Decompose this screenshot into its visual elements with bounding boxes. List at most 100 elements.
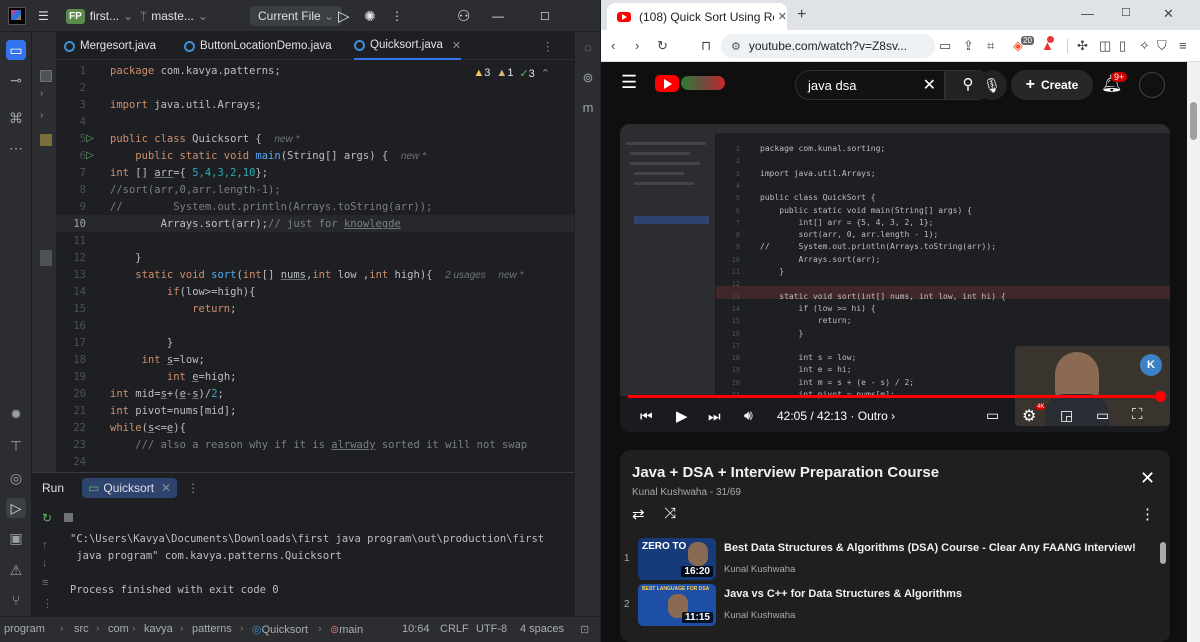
voice-search-icon[interactable]: 🎙︎: [977, 70, 1007, 100]
avatar[interactable]: [1139, 72, 1165, 98]
extensions-icon[interactable]: ✣: [1077, 38, 1088, 54]
breadcrumb-item[interactable]: program: [4, 623, 45, 635]
run-icon[interactable]: ▷: [338, 0, 350, 32]
leo-ai-icon[interactable]: ✧: [1139, 38, 1150, 54]
wallet-icon[interactable]: ▯: [1119, 38, 1126, 54]
debug-tool-icon[interactable]: ✹: [6, 404, 26, 424]
reload-icon[interactable]: ↻: [657, 38, 668, 54]
forward-icon[interactable]: ›: [635, 38, 639, 53]
version-control-icon[interactable]: ⑂: [6, 590, 26, 610]
more-tools-icon[interactable]: ⋯: [6, 138, 26, 158]
shuffle-icon[interactable]: ⤨: [664, 505, 676, 522]
progress-bar[interactable]: [628, 395, 1162, 398]
run-config-selector[interactable]: Current File ⌄: [250, 0, 343, 32]
playlist-item-channel[interactable]: Kunal Kushwaha: [724, 610, 795, 621]
terminal-icon[interactable]: ▣: [6, 528, 26, 548]
playlist-item[interactable]: 2 BEST LANGUAGE FOR DSA 11:15 Java vs C+…: [620, 584, 1170, 632]
miniplayer-icon[interactable]: ◲: [1060, 407, 1073, 424]
browser-tab-youtube[interactable]: (108) Quick Sort Using Recu ✕: [607, 3, 787, 30]
rerun-icon[interactable]: ↻: [42, 511, 52, 525]
lock-icon[interactable]: ⊡: [580, 623, 589, 636]
fullscreen-icon[interactable]: ⛶: [1132, 406, 1143, 423]
more-actions-icon[interactable]: ⋮: [391, 0, 403, 32]
playlist-item-title[interactable]: Java vs C++ for Data Structures & Algori…: [724, 588, 962, 600]
build-icon[interactable]: ⊤: [6, 436, 26, 456]
line-separator[interactable]: CRLF: [440, 623, 469, 635]
stop-icon[interactable]: [64, 513, 73, 522]
playlist-item-channel[interactable]: Kunal Kushwaha: [724, 564, 795, 575]
breadcrumb-item[interactable]: ⊚main: [330, 623, 363, 636]
debug-icon[interactable]: ✺: [364, 0, 376, 32]
back-icon[interactable]: ‹: [611, 38, 615, 53]
playlist-title[interactable]: Java + DSA + Interview Preparation Cours…: [632, 464, 939, 481]
breadcrumb-item[interactable]: ◎Quicksort: [252, 623, 308, 636]
site-info-icon[interactable]: ⚙: [731, 40, 741, 53]
chevron-up-icon[interactable]: ⌃: [541, 67, 550, 80]
url-bar[interactable]: ⚙ youtube.com/watch?v=Z8sv...: [721, 34, 935, 58]
tab-menu-icon[interactable]: ⋮: [542, 32, 554, 60]
indent-setting[interactable]: 4 spaces: [520, 623, 564, 635]
bookmark-icon[interactable]: ⊓: [701, 38, 711, 54]
notifications-icon[interactable]: ◌: [579, 40, 597, 58]
database-icon[interactable]: m: [579, 100, 597, 118]
clear-icon[interactable]: ✕: [923, 75, 936, 95]
tab-quicksort[interactable]: Quicksort.java ✕: [354, 32, 462, 60]
inspection-widget[interactable]: ▲3 ▲1 ✓3 ⌃: [473, 67, 550, 80]
breadcrumb-item[interactable]: src: [74, 623, 89, 635]
loop-icon[interactable]: ⇄: [632, 505, 645, 523]
close-window-icon[interactable]: ✕: [1163, 6, 1174, 22]
folder-icon[interactable]: [40, 70, 52, 82]
more-icon[interactable]: ⋮: [42, 597, 53, 610]
video-player[interactable]: 123456789101112131415161718192021 packag…: [620, 124, 1170, 432]
create-button[interactable]: + Create: [1011, 70, 1093, 100]
project-tool-icon[interactable]: ▭: [6, 40, 26, 60]
more-icon[interactable]: ⋮: [187, 481, 199, 495]
video-thumbnail[interactable]: ZERO TO 16:20: [638, 538, 716, 580]
chapter-label[interactable]: Outro: [858, 409, 888, 423]
close-icon[interactable]: ✕: [161, 481, 171, 495]
play-icon[interactable]: ▶: [676, 407, 688, 425]
run-tool-icon[interactable]: ▷: [6, 498, 26, 518]
playlist-author[interactable]: Kunal Kushwaha: [632, 487, 707, 498]
install-app-icon[interactable]: ▭: [939, 38, 951, 54]
close-icon[interactable]: ✕: [452, 39, 461, 52]
video-thumbnail[interactable]: BEST LANGUAGE FOR DSA 11:15: [638, 584, 716, 626]
file-encoding[interactable]: UTF-8: [476, 623, 507, 635]
minimize-icon[interactable]: —: [492, 0, 504, 32]
run-config-tab[interactable]: ▭ Quicksort ✕: [82, 478, 178, 498]
share-icon[interactable]: ⇪: [963, 38, 974, 54]
previous-icon[interactable]: ⏮︎: [640, 408, 653, 425]
breadcrumb-item[interactable]: kavya: [144, 623, 173, 635]
tab-mergesort[interactable]: Mergesort.java: [64, 32, 156, 60]
maximize-icon[interactable]: ☐: [1121, 6, 1131, 19]
settings-gear-icon[interactable]: ⚙: [1022, 406, 1036, 426]
minimize-icon[interactable]: —: [1081, 6, 1094, 21]
breadcrumb-item[interactable]: com: [108, 623, 129, 635]
theater-mode-icon[interactable]: ▭: [1096, 407, 1109, 424]
code-editor[interactable]: ▲3 ▲1 ✓3 ⌃ 1 2 3 4 5 6 7 8 9 10 11 12 13 14 15 16 17 18 19…: [56, 60, 574, 472]
playlist-item[interactable]: 1 ZERO TO 16:20 Best Data Structures & A…: [620, 538, 1170, 586]
search-input[interactable]: java dsa ✕: [795, 70, 945, 100]
folder-icon[interactable]: [40, 134, 52, 146]
menu-icon[interactable]: ≡: [1179, 38, 1187, 53]
ai-assistant-icon[interactable]: ⊚: [579, 70, 597, 88]
channel-watermark-icon[interactable]: K: [1140, 354, 1162, 376]
add-user-icon[interactable]: ⚇: [457, 0, 470, 32]
project-switcher[interactable]: FP first... ⌄: [66, 0, 133, 32]
scrollbar-thumb[interactable]: [1190, 102, 1197, 140]
volume-icon[interactable]: 🔊︎: [744, 407, 753, 424]
tab-buttonlocationdemo[interactable]: ButtonLocationDemo.java: [184, 32, 332, 60]
new-tab-icon[interactable]: +: [797, 6, 806, 24]
hamburger-menu-icon[interactable]: ☰: [621, 72, 637, 93]
commit-icon[interactable]: ⊸: [6, 70, 26, 90]
next-icon[interactable]: ⏭︎: [708, 408, 721, 425]
maximize-icon[interactable]: ☐: [540, 0, 550, 32]
problems-icon[interactable]: ⚠: [6, 560, 26, 580]
sidebar-icon[interactable]: ◫: [1099, 38, 1111, 54]
scroll-down-icon[interactable]: ↓: [42, 557, 48, 569]
caret-position[interactable]: 10:64: [402, 623, 430, 635]
run-gutter-icon[interactable]: ▷: [86, 133, 94, 144]
close-icon[interactable]: ✕: [1140, 468, 1155, 489]
vpn-icon[interactable]: ⛉: [1157, 38, 1167, 54]
close-icon[interactable]: ✕: [778, 10, 787, 23]
